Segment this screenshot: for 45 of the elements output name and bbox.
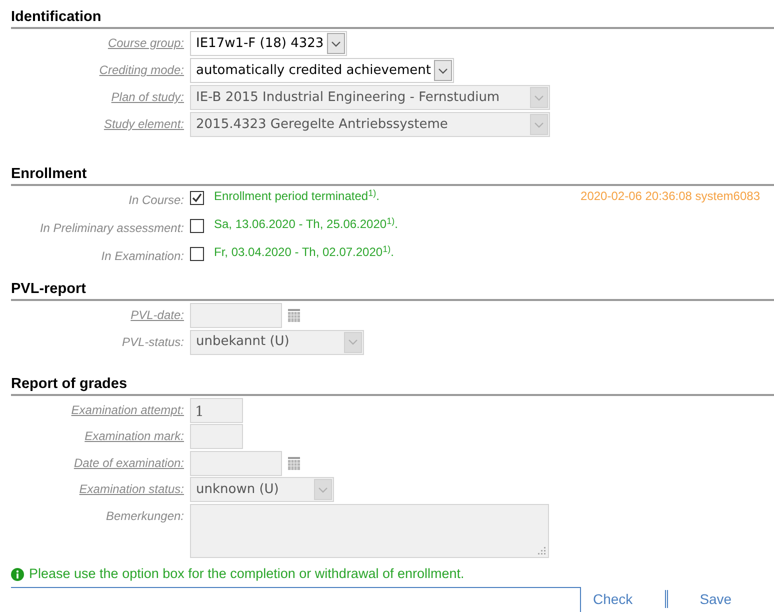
status-text: Enrollment period terminated$^{1)}$.	[214, 188, 380, 204]
chevron-down-icon	[530, 114, 548, 135]
chevron-down-icon	[344, 332, 362, 352]
date-field[interactable]	[190, 303, 282, 328]
section-heading: PVL-report	[11, 280, 774, 301]
field-label-link[interactable]: Examination attempt:	[71, 402, 184, 416]
status-text: Fr, 03.04.2020 - Th, 02.07.2020$^{1)}$.	[214, 244, 394, 260]
checkbox[interactable]	[190, 191, 204, 205]
field-label-link[interactable]: Crediting mode:	[99, 63, 184, 77]
field-label-link[interactable]: PVL-date:	[130, 308, 184, 322]
calendar-icon[interactable]	[287, 456, 301, 470]
resize-grip-icon[interactable]	[538, 547, 546, 555]
field-label: In Examination:	[101, 249, 184, 263]
info-message: Please use the option box for the completion or withdrawal of enrollment.	[29, 566, 464, 582]
field-label-link[interactable]: Examination mark:	[84, 429, 184, 443]
timestamp: 2020-02-06 20:36:08 system6083	[580, 188, 760, 204]
checkbox[interactable]	[190, 247, 204, 261]
field-label-link[interactable]: Course group:	[108, 36, 184, 50]
calendar-icon[interactable]	[287, 309, 301, 322]
info-icon	[11, 568, 24, 580]
chevron-down-icon	[434, 60, 452, 81]
field-label-link[interactable]: Date of examination:	[74, 456, 184, 470]
dropdown: 2015.4323 Geregelte Antriebssysteme	[190, 112, 550, 137]
input-field[interactable]: 1	[190, 398, 243, 422]
field-label: Bemerkungen:	[106, 509, 184, 523]
dropdown: IE-B 2015 Industrial Engineering - Fernstudium	[190, 85, 550, 110]
chevron-down-icon	[530, 87, 548, 108]
chevron-down-icon	[326, 33, 345, 54]
chevron-down-icon	[314, 479, 332, 500]
checkbox[interactable]	[190, 219, 204, 233]
dropdown: unknown (U)	[190, 477, 334, 502]
action-button[interactable]: Check	[581, 591, 645, 607]
dropdown[interactable]: IE17w1-F (18) 4323	[190, 31, 347, 56]
field-label: In Course:	[128, 193, 184, 207]
section-heading: Enrollment	[11, 165, 774, 186]
dropdown: unbekannt (U)	[190, 330, 364, 354]
action-button[interactable]: Save	[688, 591, 744, 607]
field-label: In Preliminary assessment:	[40, 221, 184, 235]
section-heading: Report of grades	[11, 374, 774, 396]
dropdown[interactable]: automatically credited achievement	[190, 58, 454, 83]
date-field[interactable]	[190, 450, 282, 476]
input-field[interactable]	[190, 424, 243, 449]
field-label: PVL-status:	[122, 334, 184, 348]
section-heading: Identification	[11, 8, 774, 29]
status-text: Sa, 13.06.2020 - Th, 25.06.2020$^{1)}$.	[214, 216, 398, 232]
